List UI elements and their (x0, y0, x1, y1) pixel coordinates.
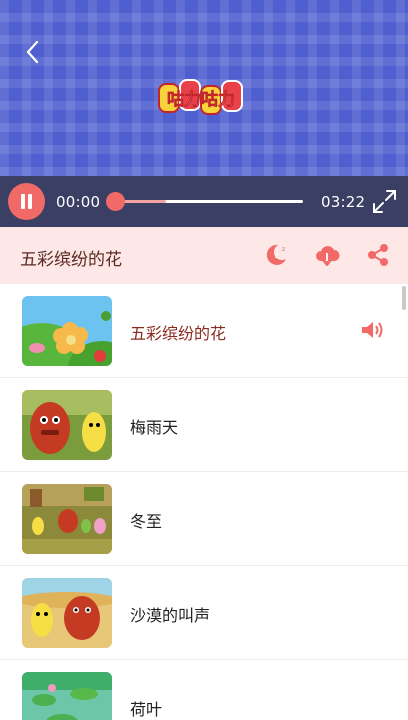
list-scrollbar[interactable] (402, 286, 406, 310)
list-item-title: 荷叶 (130, 700, 163, 719)
video-player[interactable]: 咕力咕力 (0, 0, 408, 176)
svg-text:咕力咕力: 咕力咕力 (167, 89, 235, 110)
thumbnail-image (22, 296, 112, 366)
list-item[interactable]: 梅雨天 (0, 378, 408, 472)
list-item-title: 沙漠的叫声 (130, 606, 211, 625)
current-time: 00:00 (56, 193, 101, 211)
moon-timer-icon[interactable]: z z (263, 242, 289, 268)
thumbnail-image (22, 672, 112, 720)
svg-text:z: z (275, 252, 279, 260)
fullscreen-icon[interactable] (371, 188, 398, 215)
list-item-title: 冬至 (130, 512, 163, 531)
now-playing-title: 五彩缤纷的花 (20, 250, 122, 270)
duration-time: 03:22 (321, 193, 366, 211)
list-item-title: 五彩缤纷的花 (130, 324, 227, 343)
player-controls: 00:00 03:22 (0, 176, 408, 227)
speaker-icon (362, 322, 383, 338)
logo: 咕力咕力 (158, 79, 243, 115)
pause-button[interactable] (8, 183, 45, 220)
progress-track[interactable] (113, 200, 303, 203)
list-item-title: 梅雨天 (130, 418, 179, 437)
progress-thumb[interactable] (106, 192, 125, 211)
now-playing-header: 五彩缤纷的花 z z (0, 227, 408, 284)
list-item[interactable]: 沙漠的叫声 (0, 566, 408, 660)
share-icon[interactable] (365, 242, 391, 268)
download-cloud-icon[interactable] (314, 242, 340, 268)
list-item[interactable]: 五彩缤纷的花 (0, 284, 408, 378)
list-item[interactable]: 荷叶 (0, 660, 408, 720)
pause-icon (21, 194, 25, 209)
svg-text:z: z (282, 246, 285, 253)
thumbnail-image (22, 390, 112, 460)
thumbnail-image (22, 484, 112, 554)
list-item[interactable]: 冬至 (0, 472, 408, 566)
playlist: 五彩缤纷的花 梅雨天 冬至 沙漠的叫声 荷叶 (0, 284, 408, 720)
back-icon[interactable] (20, 38, 46, 66)
thumbnail-image (22, 578, 112, 648)
